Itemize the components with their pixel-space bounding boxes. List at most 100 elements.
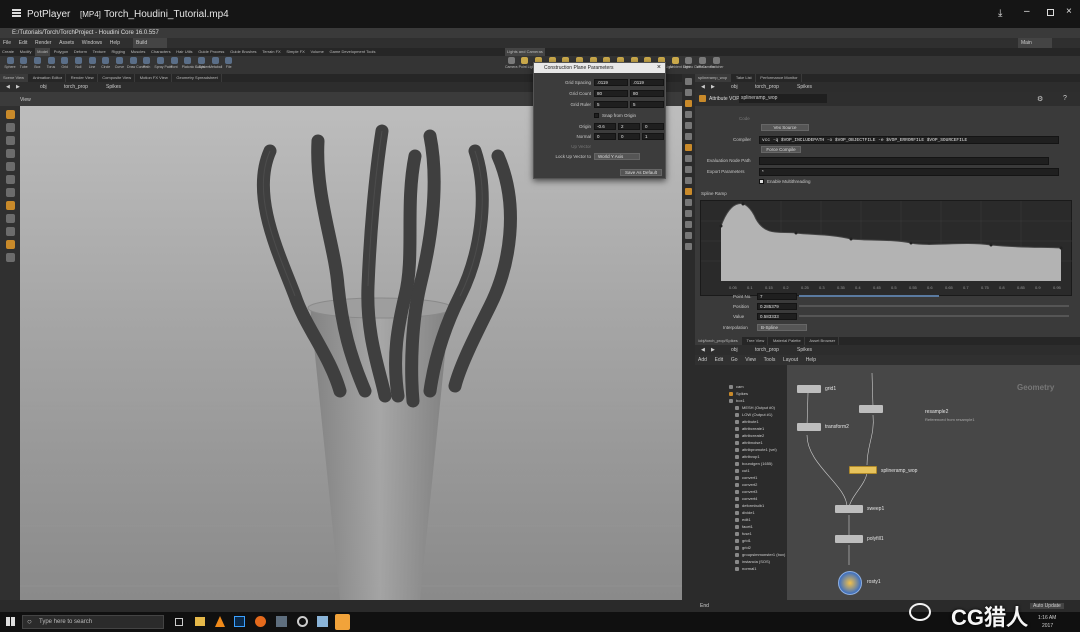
tree-item[interactable]: fuse1	[735, 531, 752, 536]
tree-item[interactable]: cut1	[735, 468, 750, 473]
shelf-tab[interactable]: Deform	[72, 48, 89, 56]
shelf-tab[interactable]: Muscles	[129, 48, 148, 56]
taskbar-search-box[interactable]: ○ Type here to search	[22, 615, 164, 629]
pose-tool-icon[interactable]	[5, 175, 15, 184]
snap-icon[interactable]	[5, 201, 15, 210]
tree-item[interactable]: convert4	[735, 496, 757, 501]
menu-edit[interactable]: Edit	[19, 38, 28, 48]
shelf-tab[interactable]: Characters	[149, 48, 173, 56]
node-resample2[interactable]	[859, 405, 883, 413]
close-icon[interactable]: ×	[1066, 6, 1072, 17]
forward-icon[interactable]: ▶	[711, 347, 715, 353]
vlc-icon[interactable]	[215, 616, 225, 627]
menu-edit[interactable]: Edit	[715, 355, 724, 365]
path-obj[interactable]: obj	[40, 84, 47, 90]
grid-ruler-y[interactable]: 5	[630, 101, 664, 108]
app-icon[interactable]	[317, 616, 328, 627]
tab-geometry-spreadsheet[interactable]: Geometry Spreadsheet	[173, 74, 222, 82]
photoshop-icon[interactable]	[234, 616, 245, 627]
point-no-slider[interactable]	[799, 295, 939, 297]
tool-sphere[interactable]: Sphere	[4, 56, 16, 69]
tree-item[interactable]: cam	[729, 384, 744, 389]
back-icon[interactable]: ◀	[701, 84, 705, 90]
magnet-icon[interactable]	[5, 214, 15, 223]
tool-point-light[interactable]: Point Light	[519, 56, 535, 69]
move-tool-icon[interactable]	[5, 123, 15, 132]
normal-x[interactable]: 0	[594, 133, 616, 140]
home-icon[interactable]	[685, 210, 692, 217]
path-child[interactable]: Spikes	[797, 347, 812, 353]
point-no-field[interactable]: 7	[757, 293, 797, 300]
node-rosty1[interactable]	[838, 571, 862, 595]
interp-select[interactable]: B-Spline	[757, 324, 807, 331]
shelf-tab[interactable]: Rigging	[109, 48, 127, 56]
menu-render[interactable]: Render	[35, 38, 51, 48]
node-grid1[interactable]	[797, 385, 821, 393]
wireframe-icon[interactable]	[685, 111, 692, 118]
origin-x[interactable]: -0.6	[594, 123, 616, 130]
tab-render-view[interactable]: Render View	[68, 74, 98, 82]
tool-tube[interactable]: Tube	[18, 56, 30, 69]
main-select[interactable]: Main	[1018, 38, 1052, 48]
display-icon[interactable]	[685, 78, 692, 85]
menu-help[interactable]: Help	[806, 355, 816, 365]
tab-take-list[interactable]: Take List	[733, 74, 756, 82]
camera-lock-icon[interactable]	[685, 199, 692, 206]
menu-assets[interactable]: Assets	[59, 38, 74, 48]
tool-stereo-camera[interactable]: Stereo Camera	[683, 56, 706, 69]
desktop-select[interactable]: Build	[133, 38, 168, 48]
grid-count-y[interactable]: 80	[630, 90, 664, 97]
grid-count-x[interactable]: 80	[594, 90, 628, 97]
tool-draw-curve[interactable]: Draw Curve	[127, 56, 146, 69]
tool-torus[interactable]: Torus	[45, 56, 57, 69]
tab-splineramp[interactable]: splineramp_wop	[695, 74, 732, 82]
tree-item[interactable]: attribcreate1	[735, 426, 764, 431]
tool-vr-camera[interactable]: VR Camera	[696, 56, 715, 69]
tab-tree-view[interactable]: Tree View	[743, 337, 769, 345]
3d-viewport[interactable]	[20, 106, 682, 600]
node-sweep1[interactable]	[835, 505, 863, 513]
grid-snap-icon[interactable]	[5, 227, 15, 236]
tool-lsystem[interactable]: L-System	[195, 56, 210, 69]
menu-add[interactable]: Add	[698, 355, 707, 365]
help-icon[interactable]: ?	[1063, 95, 1067, 102]
snap-checkbox[interactable]	[594, 113, 599, 118]
tool-camera[interactable]: Camera	[505, 56, 517, 69]
menu-view[interactable]: View	[745, 355, 756, 365]
tree-item[interactable]: convert3	[735, 489, 757, 494]
shelf-tab[interactable]: Modify	[18, 48, 34, 56]
spline-ramp-editor[interactable]: 0.05 0.1 0.15 0.2 0.25 0.3 0.35 0.4 0.45…	[700, 200, 1073, 296]
menu-layout[interactable]: Layout	[783, 355, 798, 365]
tool-circle[interactable]: Circle	[100, 56, 112, 69]
tree-item[interactable]: convert2	[735, 482, 757, 487]
guide-icon[interactable]	[685, 177, 692, 184]
compiler-field[interactable]: vcc -q $VOP_INCLUDEPATH -o $VOP_OBJECTFI…	[759, 136, 1059, 144]
tree-item[interactable]: attribpromote1 (vel)	[735, 447, 777, 452]
tab-composite-view[interactable]: Composite View	[99, 74, 136, 82]
restore-icon[interactable]	[1047, 9, 1054, 16]
tree-item[interactable]: boundgen (1655)	[735, 461, 772, 466]
shelf-tab[interactable]: Guide Brushes	[228, 48, 258, 56]
menu-file[interactable]: File	[3, 38, 11, 48]
vex-source-button[interactable]: Vex Source	[761, 124, 809, 131]
tree-item[interactable]: divide1	[735, 510, 755, 515]
forward-icon[interactable]: ▶	[16, 84, 20, 90]
handle-tool-icon[interactable]	[5, 162, 15, 171]
download-icon[interactable]: ⤓	[998, 8, 1002, 19]
shelf-tab[interactable]: Game Development Tools	[328, 48, 378, 56]
menu-windows[interactable]: Windows	[82, 38, 102, 48]
menu-icon[interactable]	[12, 9, 21, 17]
network-editor[interactable]: grid1 transform2 resample2 Referenced fr…	[787, 365, 1080, 600]
tree-item[interactable]: attribute1	[735, 419, 759, 424]
normals-icon[interactable]	[685, 133, 692, 140]
tree-item[interactable]: box1	[729, 398, 745, 403]
back-icon[interactable]: ◀	[701, 347, 705, 353]
tab-animation-editor[interactable]: Animation Editor	[30, 74, 67, 82]
origin-z[interactable]: 0	[642, 123, 664, 130]
windows-start-icon[interactable]	[6, 617, 15, 626]
gear-icon[interactable]: ⚙	[1037, 95, 1043, 103]
value-slider[interactable]	[799, 315, 1069, 317]
node-polyfill1[interactable]	[835, 535, 863, 543]
tool-null[interactable]: Null	[72, 56, 84, 69]
path-obj[interactable]: obj	[731, 347, 738, 353]
